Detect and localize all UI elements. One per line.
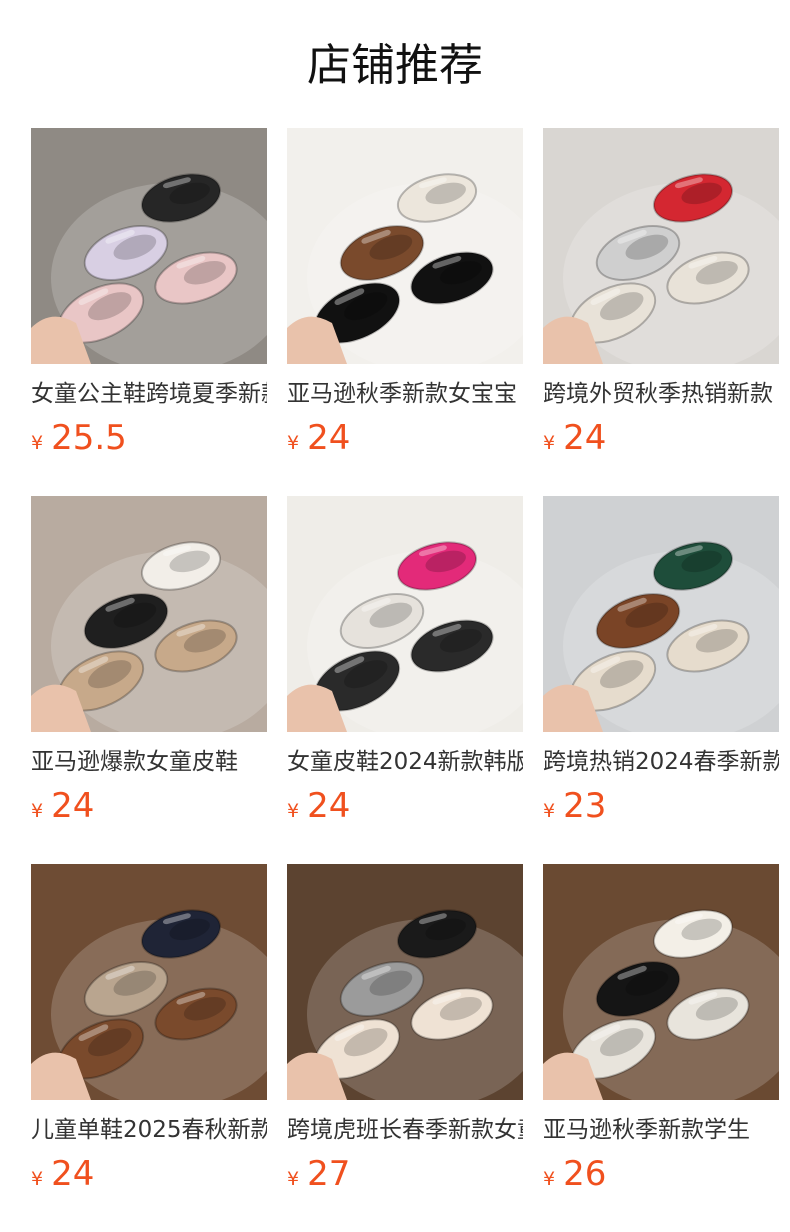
bow-mary-jane-image bbox=[287, 128, 523, 364]
product-image[interactable] bbox=[543, 864, 779, 1100]
product-price: 24 bbox=[51, 1154, 95, 1194]
product-image[interactable] bbox=[287, 864, 523, 1100]
product-name[interactable]: 跨境虎班长春季新款女童 bbox=[287, 1114, 523, 1146]
product-name[interactable]: 女童公主鞋跨境夏季新款 bbox=[31, 378, 267, 410]
product-price: 25.5 bbox=[51, 418, 127, 458]
price-row: ¥24 bbox=[31, 1152, 94, 1196]
product-image[interactable] bbox=[31, 864, 267, 1100]
product-price: 26 bbox=[563, 1154, 607, 1194]
two-tone-flats-image bbox=[543, 864, 779, 1100]
sequin-flats-image bbox=[287, 864, 523, 1100]
price-row: ¥23 bbox=[543, 784, 606, 828]
product-image[interactable] bbox=[287, 496, 523, 732]
currency-symbol: ¥ bbox=[543, 432, 556, 454]
currency-symbol: ¥ bbox=[287, 1168, 300, 1190]
product-image[interactable] bbox=[31, 496, 267, 732]
price-row: ¥24 bbox=[287, 416, 350, 460]
currency-symbol: ¥ bbox=[31, 432, 44, 454]
price-row: ¥26 bbox=[543, 1152, 606, 1196]
product-name[interactable]: 跨境外贸秋季热销新款 bbox=[543, 378, 779, 410]
sparkle-flats-image bbox=[287, 496, 523, 732]
ballet-flats-image bbox=[543, 128, 779, 364]
currency-symbol: ¥ bbox=[543, 1168, 556, 1190]
product-card[interactable]: 女童公主鞋跨境夏季新款 ¥25.5 bbox=[31, 128, 267, 468]
product-card[interactable]: 跨境外贸秋季热销新款 ¥24 bbox=[543, 128, 779, 468]
product-price: 24 bbox=[307, 418, 351, 458]
product-card[interactable]: 亚马逊秋季新款学生 ¥26 bbox=[543, 864, 779, 1204]
price-row: ¥24 bbox=[287, 784, 350, 828]
product-name[interactable]: 亚马逊秋季新款学生 bbox=[543, 1114, 779, 1146]
product-card[interactable]: 儿童单鞋2025春秋新款 ¥24 bbox=[31, 864, 267, 1204]
product-card[interactable]: 亚马逊秋季新款女宝宝 ¥24 bbox=[287, 128, 523, 468]
product-price: 24 bbox=[563, 418, 607, 458]
product-image[interactable] bbox=[31, 128, 267, 364]
bow-flats-image bbox=[543, 496, 779, 732]
product-card[interactable]: 女童皮鞋2024新款韩版 ¥24 bbox=[287, 496, 523, 836]
currency-symbol: ¥ bbox=[287, 432, 300, 454]
product-image[interactable] bbox=[543, 496, 779, 732]
product-price: 24 bbox=[307, 786, 351, 826]
product-card[interactable]: 跨境虎班长春季新款女童 ¥27 bbox=[287, 864, 523, 1204]
product-price: 24 bbox=[51, 786, 95, 826]
price-row: ¥25.5 bbox=[31, 416, 127, 460]
currency-symbol: ¥ bbox=[31, 1168, 44, 1190]
loafers-image bbox=[31, 864, 267, 1100]
product-name[interactable]: 亚马逊爆款女童皮鞋 bbox=[31, 746, 267, 778]
currency-symbol: ¥ bbox=[31, 800, 44, 822]
product-name[interactable]: 女童皮鞋2024新款韩版 bbox=[287, 746, 523, 778]
product-image[interactable] bbox=[543, 128, 779, 364]
price-row: ¥24 bbox=[543, 416, 606, 460]
quilted-flats-image bbox=[31, 496, 267, 732]
product-name[interactable]: 儿童单鞋2025春秋新款 bbox=[31, 1114, 267, 1146]
product-name[interactable]: 跨境热销2024春季新款 bbox=[543, 746, 779, 778]
product-name[interactable]: 亚马逊秋季新款女宝宝 bbox=[287, 378, 523, 410]
product-image[interactable] bbox=[287, 128, 523, 364]
page-title: 店铺推荐 bbox=[307, 40, 483, 91]
price-row: ¥24 bbox=[31, 784, 94, 828]
price-row: ¥27 bbox=[287, 1152, 350, 1196]
product-price: 27 bbox=[307, 1154, 351, 1194]
product-price: 23 bbox=[563, 786, 607, 826]
currency-symbol: ¥ bbox=[287, 800, 300, 822]
product-card[interactable]: 跨境热销2024春季新款 ¥23 bbox=[543, 496, 779, 836]
princess-sandals-image bbox=[31, 128, 267, 364]
product-card[interactable]: 亚马逊爆款女童皮鞋 ¥24 bbox=[31, 496, 267, 836]
currency-symbol: ¥ bbox=[543, 800, 556, 822]
